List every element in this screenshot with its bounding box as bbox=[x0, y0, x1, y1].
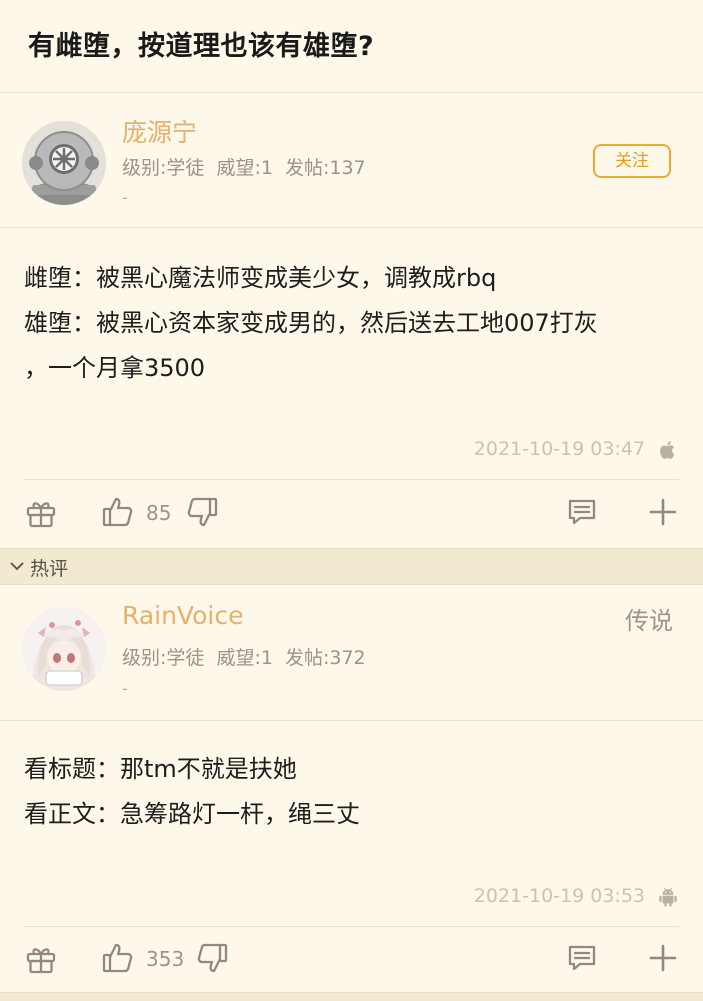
diving-helmet-avatar-icon bbox=[22, 121, 106, 205]
android-icon bbox=[659, 887, 677, 907]
post-actions: 353 bbox=[0, 927, 703, 993]
content-line: 看标题：那tm不就是扶她 bbox=[24, 755, 297, 783]
avatar[interactable] bbox=[22, 121, 106, 205]
author-name[interactable]: 庞源宁 bbox=[122, 113, 197, 149]
apple-icon bbox=[660, 441, 675, 459]
author-block: RainVoice 传说 级别:学徒 威望:1 发帖:372 - bbox=[0, 585, 703, 717]
author-stats: 级别:学徒 威望:1 发帖:372 bbox=[122, 647, 366, 669]
post-actions: 85 bbox=[0, 481, 703, 547]
post-timestamp: 2021-10-19 03:53 bbox=[473, 885, 645, 907]
anime-girl-avatar-icon bbox=[22, 607, 106, 691]
gift-icon[interactable] bbox=[25, 943, 57, 975]
post-content: 雌堕：被黑心魔法师变成美少女，调教成rbq 雄堕：被黑心资本家变成男的，然后送去… bbox=[24, 256, 684, 391]
like-icon[interactable] bbox=[102, 495, 134, 529]
like-count: 85 bbox=[146, 501, 172, 525]
author-name[interactable]: RainVoice bbox=[122, 601, 243, 630]
avatar[interactable] bbox=[22, 607, 106, 691]
hot-comments-label: 热评 bbox=[30, 558, 69, 580]
author-signature: - bbox=[122, 679, 128, 698]
dislike-icon[interactable] bbox=[186, 495, 218, 529]
hot-comments-header[interactable]: 热评 bbox=[0, 548, 703, 585]
post-timestamp: 2021-10-19 03:47 bbox=[473, 438, 645, 460]
divider bbox=[0, 720, 703, 721]
divider bbox=[0, 227, 703, 228]
thread-title: 有雌堕，按道理也该有雄堕? bbox=[28, 31, 375, 62]
divider bbox=[24, 479, 679, 480]
dislike-icon[interactable] bbox=[196, 941, 228, 975]
gift-icon[interactable] bbox=[25, 497, 57, 529]
rank-label: 传说 bbox=[625, 607, 673, 635]
comment-icon[interactable] bbox=[567, 943, 597, 973]
chevron-down-icon bbox=[10, 562, 24, 571]
like-icon[interactable] bbox=[102, 941, 134, 975]
author-signature: - bbox=[122, 188, 128, 207]
author-block: 庞源宁 级别:学徒 威望:1 发帖:137 - 关注 bbox=[0, 93, 703, 225]
content-line: 雄堕：被黑心资本家变成男的，然后送去工地007打灰 bbox=[24, 309, 598, 337]
post-content: 看标题：那tm不就是扶她 看正文：急筹路灯一杆，绳三丈 bbox=[24, 747, 684, 837]
plus-icon[interactable] bbox=[649, 498, 677, 526]
follow-button[interactable]: 关注 bbox=[593, 144, 671, 178]
content-line: 看正文：急筹路灯一杆，绳三丈 bbox=[24, 800, 360, 828]
content-line: 雌堕：被黑心魔法师变成美少女，调教成rbq bbox=[24, 264, 497, 292]
author-stats: 级别:学徒 威望:1 发帖:137 bbox=[122, 157, 366, 179]
content-line: ，一个月拿3500 bbox=[24, 354, 206, 382]
plus-icon[interactable] bbox=[649, 944, 677, 972]
comment-icon[interactable] bbox=[567, 497, 597, 527]
like-count: 353 bbox=[146, 947, 185, 971]
thread-header: 有雌堕，按道理也该有雄堕? bbox=[0, 0, 703, 93]
